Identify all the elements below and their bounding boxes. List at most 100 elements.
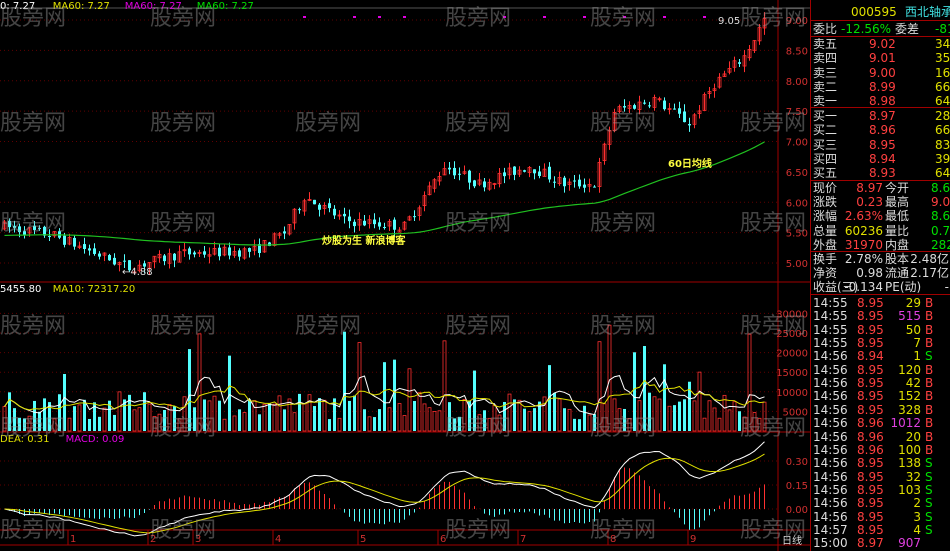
stat-label: 外盘 <box>813 237 838 252</box>
volume-bar <box>152 416 157 432</box>
volume-bar <box>678 401 681 431</box>
ask-row: 卖四 9.01 35 <box>811 51 950 65</box>
volume-bar <box>182 396 187 432</box>
stat-label: 总量 <box>813 223 838 238</box>
candle-body <box>313 199 316 205</box>
candle-body <box>473 180 476 187</box>
signal-marker <box>543 16 546 18</box>
tick-volume: 515 <box>898 309 921 324</box>
ask-label: 卖四 <box>813 51 838 66</box>
stat-label: 最高 <box>885 195 910 210</box>
tick-volume: 100 <box>898 442 921 457</box>
candle-body <box>163 255 166 262</box>
tick-time: 14:56 <box>813 429 848 444</box>
volume-bar <box>292 412 297 432</box>
volume-bar <box>98 416 101 431</box>
candle-body <box>583 184 586 188</box>
ask-price: 9.02 <box>869 37 896 51</box>
signal-marker <box>623 16 626 18</box>
tick-price: 8.95 <box>857 376 884 391</box>
period-label[interactable]: 日线 <box>782 534 802 547</box>
volume-bar <box>188 349 191 431</box>
tick-direction: B <box>925 442 934 457</box>
stat-value: 31970 <box>844 237 883 252</box>
candle-body <box>448 167 451 170</box>
tick-time: 14:56 <box>813 349 848 364</box>
info-label: 股本 <box>885 252 910 266</box>
tick-direction: S <box>925 482 933 497</box>
volume-bar <box>697 371 702 432</box>
tick-row: 14:56 8.96 20 B <box>811 430 950 444</box>
tick-direction: B <box>925 322 934 337</box>
candle-body <box>738 62 741 64</box>
date-tick-label: 3 <box>195 534 201 545</box>
candle-body <box>633 105 636 109</box>
price-tick-label: 9.00 <box>786 16 808 27</box>
candle-body <box>173 253 176 261</box>
tick-volume: 3 <box>913 509 921 524</box>
tick-price: 8.95 <box>857 322 884 337</box>
price-legend: MA60: 7.27 <box>196 1 254 12</box>
info-value: 0.98 <box>856 266 883 281</box>
tick-row: 14:55 8.95 7 B <box>811 336 950 350</box>
volume-bar <box>348 400 351 431</box>
date-tick-label: 5 <box>360 534 366 545</box>
tick-volume: 29 <box>905 296 921 310</box>
tick-time: 14:55 <box>813 336 848 351</box>
signal-marker <box>403 16 406 18</box>
candle-body <box>383 227 386 229</box>
volume-bar <box>307 394 312 432</box>
ask-row: 卖五 9.02 34 <box>811 37 950 51</box>
volume-bar <box>692 400 697 432</box>
ask-price: 9.01 <box>869 51 896 66</box>
volume-bar <box>448 402 451 431</box>
volume-bar <box>453 418 456 431</box>
volume-bar <box>52 418 57 432</box>
bid-price: 8.93 <box>869 166 896 181</box>
price-legend: MA60: 7.27 <box>52 1 110 12</box>
tick-volume: 1012 <box>890 416 921 431</box>
bid-volume: 28 <box>935 109 950 123</box>
candle-body <box>623 106 626 108</box>
kline-chart[interactable]: 9.00 8.50 8.00 7.50 7.00 6.50 6.00 5.50 5.00 3000… <box>0 0 810 551</box>
stat-value: 8.97 <box>856 181 883 195</box>
volume-bar <box>318 398 321 431</box>
volume-bar <box>23 418 26 431</box>
candle-body <box>353 221 356 227</box>
bid-volume: 66 <box>935 123 950 138</box>
volume-bar <box>147 403 152 432</box>
volume-bar <box>218 400 221 431</box>
volume-bar <box>563 408 566 431</box>
tick-time: 14:56 <box>813 496 848 511</box>
stat-label: 内盘 <box>885 237 910 252</box>
volume-bar <box>163 410 166 431</box>
volume-bar <box>557 398 562 432</box>
tick-price: 8.95 <box>857 336 884 351</box>
ask-row: 卖三 9.00 1619 <box>811 66 950 80</box>
ask-volume: 1619 <box>935 65 950 80</box>
tick-price: 8.95 <box>857 389 884 404</box>
candle-body <box>48 236 51 238</box>
tick-volume: 152 <box>898 389 921 404</box>
volume-bar <box>337 417 342 432</box>
price-legend: MA60: 7.27 <box>124 1 182 12</box>
price-tick-label: 6.00 <box>786 198 808 209</box>
separator <box>811 294 950 295</box>
candle-body <box>218 247 221 257</box>
volume-bar <box>238 409 241 431</box>
candle-body <box>538 171 541 176</box>
volume-bar <box>33 400 36 431</box>
tick-price: 8.96 <box>857 442 884 457</box>
tick-row: 14:55 8.95 515 B <box>811 309 950 323</box>
tick-volume: 138 <box>898 456 921 471</box>
volume-bar <box>442 340 447 432</box>
stat-value: 60236 <box>844 223 883 238</box>
candle-body <box>188 248 191 255</box>
volume-tick-label: 15000 <box>776 368 808 379</box>
stat-label: 今开 <box>885 181 910 195</box>
volume-tick-label: 25000 <box>776 329 808 340</box>
blog-annotation: 炒股为生 新浪博客 <box>322 234 406 247</box>
macd-legend: DEA: 0.31 <box>0 434 50 445</box>
candle-body <box>523 170 526 172</box>
bid-price: 8.94 <box>869 151 896 166</box>
